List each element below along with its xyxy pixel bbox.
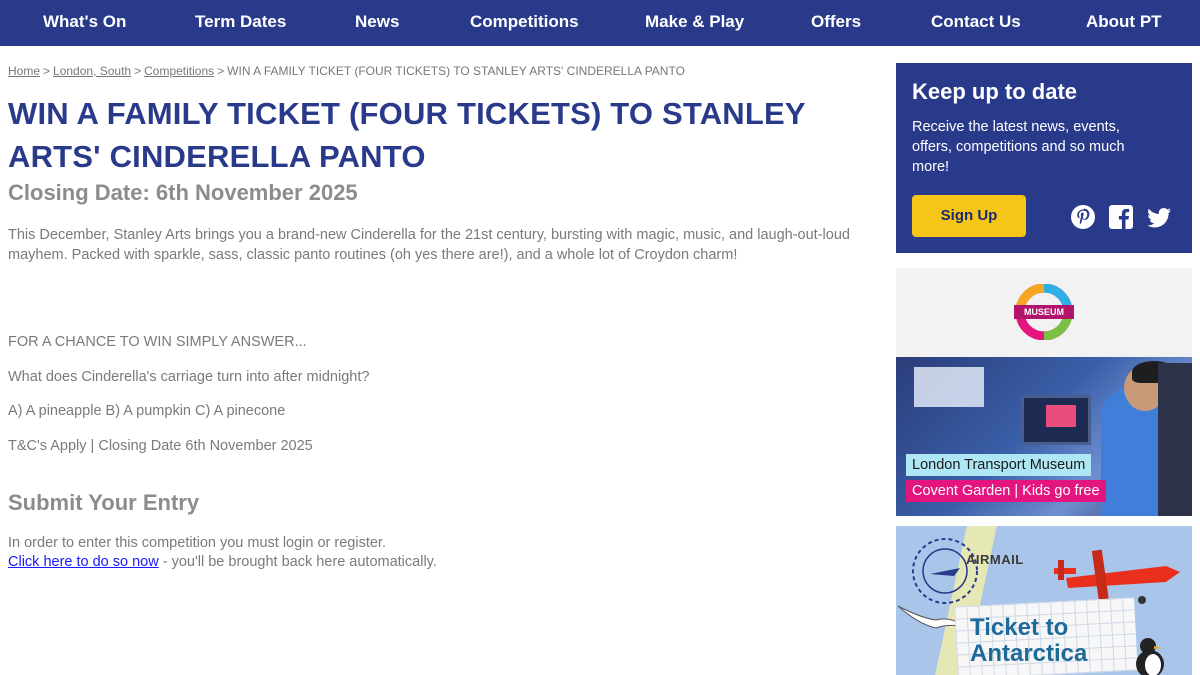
newsletter-box: Keep up to date Receive the latest news,… <box>896 63 1192 253</box>
museum-offer-label: Covent Garden | Kids go free <box>906 480 1106 502</box>
nav-term-dates[interactable]: Term Dates <box>195 12 286 32</box>
screen-shape <box>914 367 984 407</box>
login-link-suffix: - you'll be brought back here automatica… <box>158 554 437 570</box>
transport-museum-ad[interactable]: MUSEUM London Transport Museum Covent Ga… <box>896 268 1192 516</box>
penguin-icon <box>1136 638 1164 675</box>
top-navigation: What's On Term Dates News Competitions M… <box>0 0 1200 46</box>
terms-text: T&C's Apply | Closing Date 6th November … <box>8 438 313 454</box>
nav-competitions[interactable]: Competitions <box>470 12 579 32</box>
breadcrumb-region[interactable]: London, South <box>53 64 131 78</box>
login-link[interactable]: Click here to do so now <box>8 554 159 570</box>
nav-news[interactable]: News <box>355 12 399 32</box>
answer-options: A) A pineapple B) A pumpkin C) A pinecon… <box>8 403 286 419</box>
closing-date: Closing Date: 6th November 2025 <box>8 180 358 205</box>
ad-title-line2: Antarctica <box>970 640 1088 667</box>
nav-about-pt[interactable]: About PT <box>1086 12 1162 32</box>
nav-make-and-play[interactable]: Make & Play <box>645 12 744 32</box>
answer-prompt: FOR A CHANCE TO WIN SIMPLY ANSWER... <box>8 334 307 350</box>
facebook-icon[interactable] <box>1107 203 1135 231</box>
intro-text: This December, Stanley Arts brings you a… <box>8 227 850 263</box>
museum-name-label: London Transport Museum <box>906 454 1092 476</box>
antarctica-ad[interactable]: AIRMAIL Ticket to Antarctica <box>896 526 1192 675</box>
sign-up-button[interactable]: Sign Up <box>912 195 1026 237</box>
twitter-icon[interactable] <box>1145 203 1173 231</box>
ad-title-line1: Ticket to <box>970 614 1069 641</box>
museum-logo-text: MUSEUM <box>1024 307 1064 317</box>
nav-contact-us[interactable]: Contact Us <box>931 12 1021 32</box>
breadcrumb: Home > London, South > Competitions > WIN A FA… <box>8 64 685 78</box>
competition-question: What does Cinderella's carriage turn int… <box>8 369 370 385</box>
adult-figure-shape <box>1158 363 1192 516</box>
pinterest-icon[interactable] <box>1069 203 1097 231</box>
nav-offers[interactable]: Offers <box>811 12 861 32</box>
newsletter-heading: Keep up to date <box>912 79 1078 104</box>
submit-entry-heading: Submit Your Entry <box>8 490 200 515</box>
breadcrumb-home[interactable]: Home <box>8 64 40 78</box>
page-title: WIN A FAMILY TICKET (FOUR TICKETS) TO ST… <box>8 96 806 174</box>
nav-whats-on[interactable]: What's On <box>43 12 126 32</box>
newsletter-text: Receive the latest news, events, offers,… <box>912 119 1125 175</box>
panel-screen-shape <box>1046 405 1076 427</box>
airmail-text: AIRMAIL <box>966 552 1024 567</box>
breadcrumb-current: WIN A FAMILY TICKET (FOUR TICKETS) TO ST… <box>227 64 685 78</box>
login-required-text: In order to enter this competition you m… <box>8 535 386 551</box>
breadcrumb-competitions[interactable]: Competitions <box>144 64 214 78</box>
login-link-line: Click here to do so now - you'll be brou… <box>8 554 437 570</box>
